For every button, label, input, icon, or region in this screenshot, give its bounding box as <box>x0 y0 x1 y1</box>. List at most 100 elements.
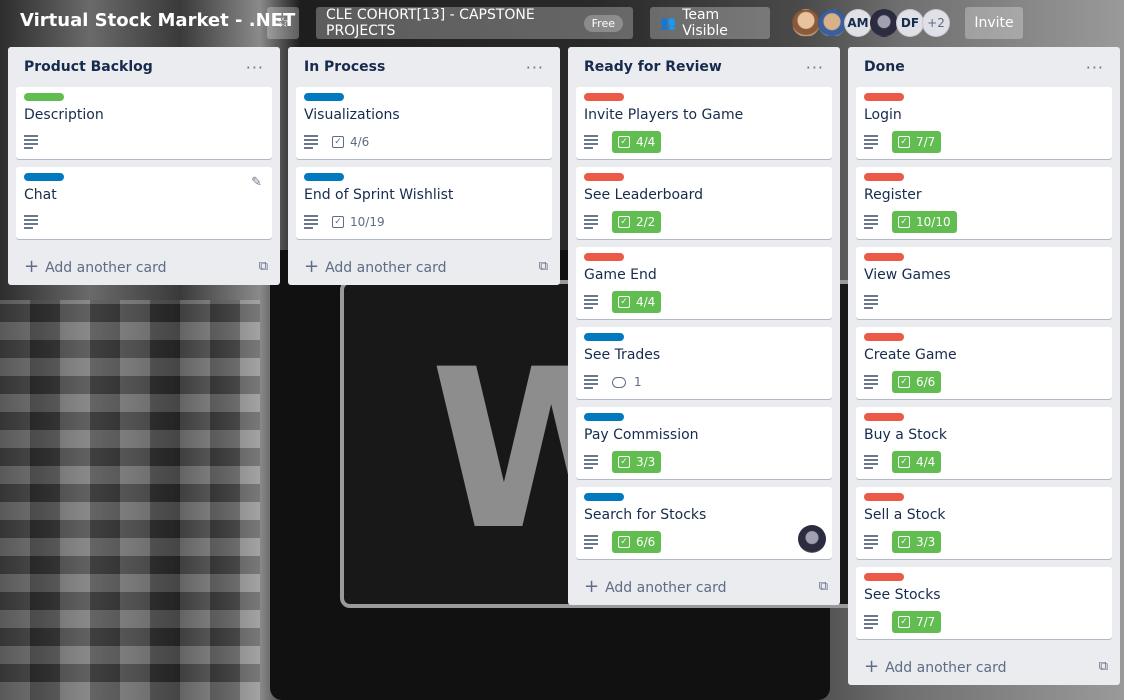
card-label-blue <box>24 173 64 181</box>
board-members: AM DF +2 <box>792 9 950 37</box>
team-button[interactable]: CLE COHORT[13] - CAPSTONE PROJECTS Free <box>316 7 633 39</box>
card-template-icon[interactable]: ⧉ <box>1099 659 1108 674</box>
list-menu-icon[interactable]: ··· <box>246 58 264 77</box>
member-avatar[interactable] <box>870 9 898 37</box>
card-title: See Stocks <box>864 587 941 603</box>
list-title[interactable]: In Process <box>304 59 385 75</box>
card-label-red <box>864 573 904 581</box>
add-card-label: Add another card <box>45 259 167 276</box>
checklist-count: 7/7 <box>916 135 936 149</box>
card[interactable]: Visualizations ✓ 4/6 <box>296 87 552 159</box>
card[interactable]: Register ✓ 10/10 <box>856 167 1112 239</box>
checklist-icon: ✓ <box>618 216 630 228</box>
add-card-label: Add another card <box>885 659 1007 676</box>
board-title[interactable]: Virtual Stock Market - .NET <box>20 10 295 31</box>
checklist-count: 3/3 <box>636 455 656 469</box>
card[interactable]: View Games <box>856 247 1112 319</box>
checklist-count: 6/6 <box>636 535 656 549</box>
list-title[interactable]: Ready for Review <box>584 59 722 75</box>
card-badges: ✓ 7/7 <box>864 131 1104 153</box>
card-badges: ✓ 10/19 <box>304 211 544 233</box>
card-title: Sell a Stock <box>864 507 946 523</box>
card[interactable]: Search for Stocks ✓ 6/6 <box>576 487 832 559</box>
card-template-icon[interactable]: ⧉ <box>259 259 268 274</box>
card[interactable]: Sell a Stock ✓ 3/3 <box>856 487 1112 559</box>
member-avatar-df[interactable]: DF <box>896 9 924 37</box>
list-header[interactable]: Product Backlog ··· <box>16 47 272 87</box>
checklist-count: 4/4 <box>636 295 656 309</box>
card-badges: ✓ 4/4 <box>584 131 824 153</box>
card-template-icon[interactable]: ⧉ <box>819 579 828 594</box>
card[interactable]: Chat ✎ <box>16 167 272 239</box>
list-header[interactable]: In Process ··· <box>296 47 552 87</box>
star-button[interactable]: ☆ <box>267 7 299 39</box>
list-header[interactable]: Ready for Review ··· <box>576 47 832 87</box>
description-icon <box>864 375 878 389</box>
pencil-icon[interactable]: ✎ <box>251 175 262 190</box>
checklist-icon: ✓ <box>898 136 910 148</box>
list-menu-icon[interactable]: ··· <box>1086 58 1104 77</box>
description-icon <box>864 535 878 549</box>
checklist-count: 4/6 <box>350 135 370 149</box>
card-badges <box>24 211 264 233</box>
card-badges: ✓ 6/6 <box>864 371 1104 393</box>
card-label-blue <box>584 333 624 341</box>
checklist-count: 3/3 <box>916 535 936 549</box>
description-icon <box>864 615 878 629</box>
card-label-blue <box>584 413 624 421</box>
card-badges: 1 <box>584 371 824 393</box>
card[interactable]: See Trades 1 <box>576 327 832 399</box>
card-member-avatar[interactable] <box>798 525 826 553</box>
description-icon <box>304 135 318 149</box>
card[interactable]: See Stocks ✓ 7/7 <box>856 567 1112 639</box>
checklist-icon: ✓ <box>618 536 630 548</box>
add-card-button[interactable]: + Add another card ⧉ <box>576 567 832 605</box>
checklist-icon: ✓ <box>898 376 910 388</box>
add-card-button[interactable]: + Add another card ⧉ <box>856 647 1112 685</box>
add-card-button[interactable]: + Add another card ⧉ <box>16 247 272 285</box>
list-menu-icon[interactable]: ··· <box>806 58 824 77</box>
visibility-button[interactable]: 👥 Team Visible <box>650 7 770 39</box>
card[interactable]: End of Sprint Wishlist ✓ 10/19 <box>296 167 552 239</box>
team-name: CLE COHORT[13] - CAPSTONE PROJECTS <box>326 7 535 39</box>
list-menu-icon[interactable]: ··· <box>526 58 544 77</box>
checklist-icon: ✓ <box>898 616 910 628</box>
list-header[interactable]: Done ··· <box>856 47 1112 87</box>
card-label-red <box>864 333 904 341</box>
member-avatar[interactable] <box>818 9 846 37</box>
card-badges: ✓ 6/6 <box>584 531 824 553</box>
checklist-badge: ✓ 10/19 <box>332 211 385 233</box>
card-template-icon[interactable]: ⧉ <box>539 259 548 274</box>
list-title[interactable]: Product Backlog <box>24 59 153 75</box>
add-card-button[interactable]: + Add another card ⧉ <box>296 247 552 285</box>
card[interactable]: Description <box>16 87 272 159</box>
card-label-red <box>584 93 624 101</box>
description-icon <box>584 375 598 389</box>
free-badge: Free <box>583 14 623 32</box>
plus-icon: + <box>24 255 40 277</box>
list-title[interactable]: Done <box>864 59 905 75</box>
card[interactable]: Game End ✓ 4/4 <box>576 247 832 319</box>
card[interactable]: Invite Players to Game ✓ 4/4 <box>576 87 832 159</box>
checklist-count: 2/2 <box>636 215 656 229</box>
card-title: End of Sprint Wishlist <box>304 187 454 203</box>
card-label-blue <box>584 493 624 501</box>
visibility-label: Team Visible <box>682 7 728 39</box>
member-avatar[interactable] <box>792 9 820 37</box>
invite-button[interactable]: Invite <box>965 7 1023 39</box>
card[interactable]: See Leaderboard ✓ 2/2 <box>576 167 832 239</box>
list-done: Done ··· Login ✓ 7/7 Register ✓ 10/10 Vi… <box>848 47 1120 685</box>
card[interactable]: Buy a Stock ✓ 4/4 <box>856 407 1112 479</box>
checklist-count: 6/6 <box>916 375 936 389</box>
card-badges: ✓ 10/10 <box>864 211 1104 233</box>
more-members-badge[interactable]: +2 <box>922 9 950 37</box>
member-avatar-am[interactable]: AM <box>844 9 872 37</box>
card[interactable]: Create Game ✓ 6/6 <box>856 327 1112 399</box>
checklist-badge: ✓ 3/3 <box>892 531 942 553</box>
card[interactable]: Pay Commission ✓ 3/3 <box>576 407 832 479</box>
card-title: Game End <box>584 267 657 283</box>
card[interactable]: Login ✓ 7/7 <box>856 87 1112 159</box>
checklist-icon: ✓ <box>618 296 630 308</box>
card-label-red <box>864 493 904 501</box>
description-icon <box>24 215 38 229</box>
